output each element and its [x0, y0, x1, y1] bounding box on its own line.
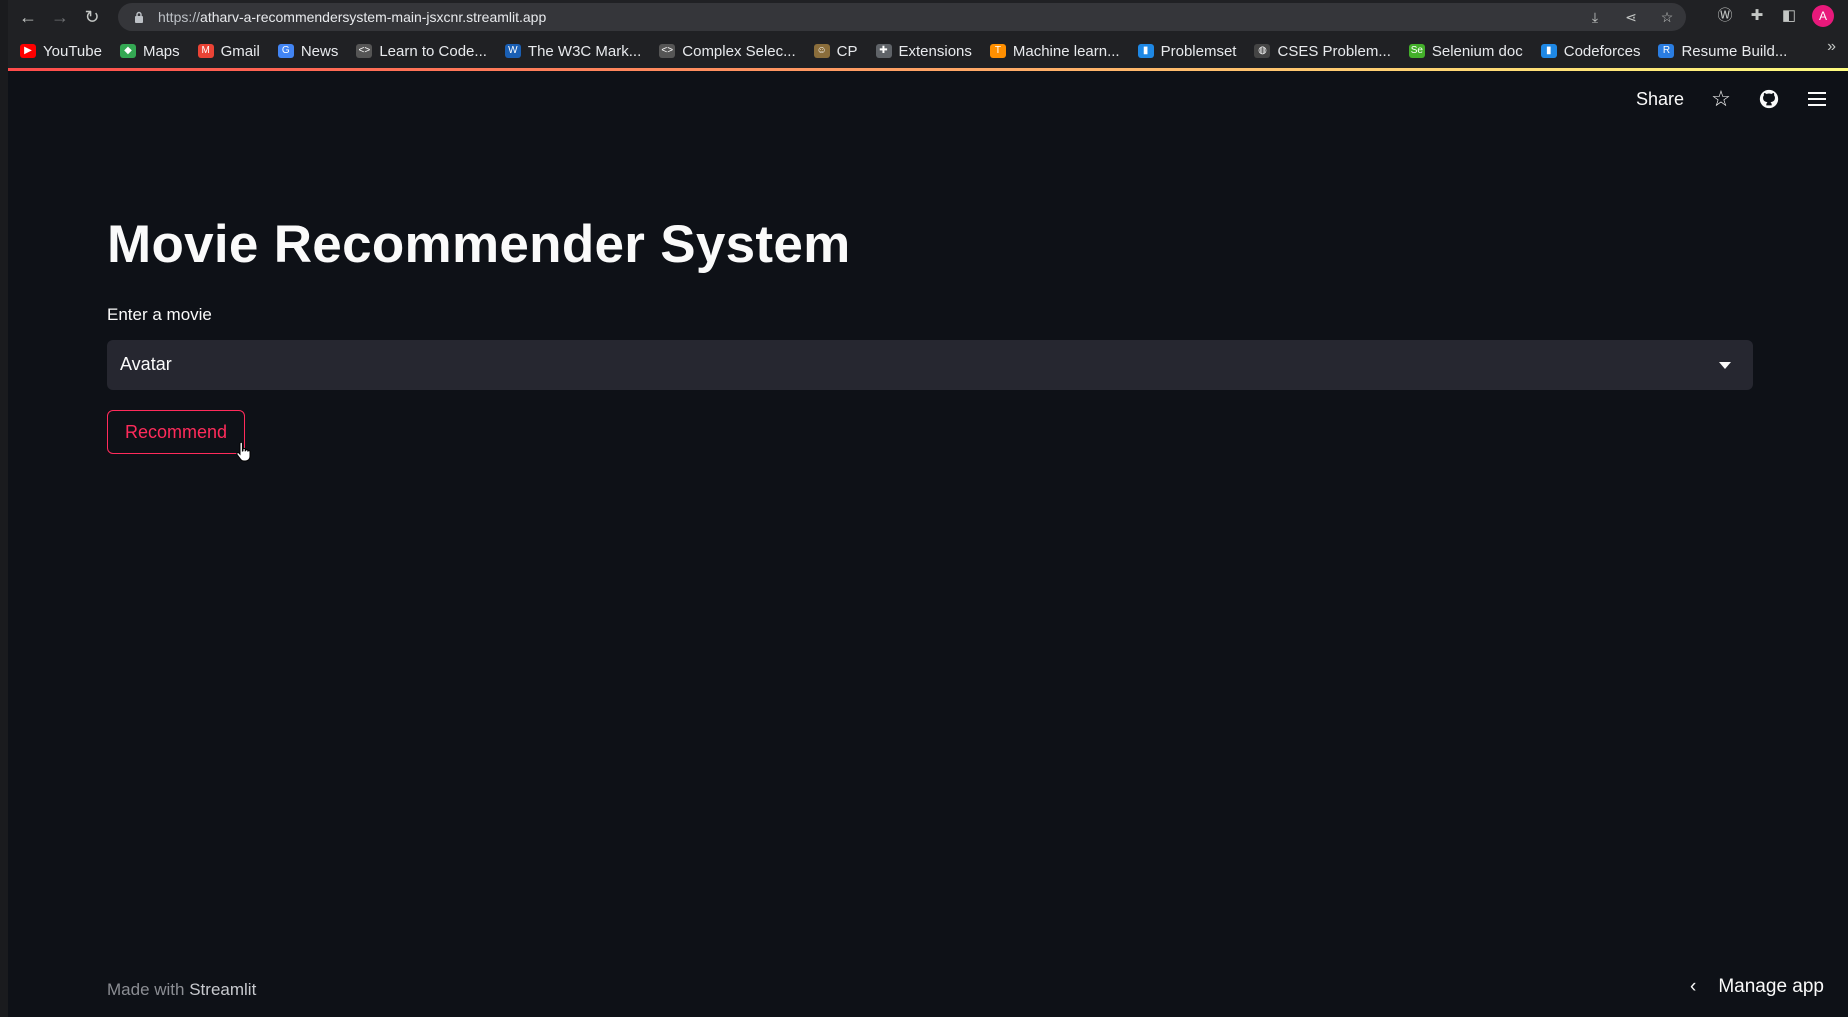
- url-host: atharv-a-recommendersystem-main-jsxcnr.s…: [200, 9, 547, 25]
- selenium-icon: Se: [1408, 44, 1425, 58]
- footer-made-with: Made with Streamlit: [107, 980, 256, 1000]
- cp-icon: ☺: [813, 44, 830, 58]
- profile-avatar[interactable]: A: [1812, 5, 1834, 27]
- bookmark-label: YouTube: [43, 42, 102, 60]
- bookmark-item[interactable]: M Gmail: [197, 42, 260, 60]
- reload-icon[interactable]: ↻: [80, 5, 104, 29]
- bookmark-label: Learn to Code...: [379, 42, 487, 60]
- gmail-icon: M: [197, 44, 214, 58]
- streamlit-decoration: [8, 68, 1848, 71]
- chevron-left-icon: ‹: [1690, 976, 1697, 997]
- bookmark-label: Selenium doc: [1431, 42, 1523, 60]
- bookmark-item[interactable]: ☺ CP: [813, 42, 858, 60]
- star-icon[interactable]: ☆: [1710, 88, 1732, 110]
- made-with-text: Made with: [107, 980, 185, 999]
- bookmark-item[interactable]: R Resume Build...: [1658, 43, 1787, 60]
- install-icon[interactable]: ⤓: [1586, 8, 1604, 26]
- tensorflow-icon: T: [989, 44, 1006, 58]
- movie-select-label: Enter a movie: [107, 305, 212, 324]
- url-text: https://atharv-a-recommendersystem-main-…: [158, 9, 546, 25]
- side-panel-icon[interactable]: ◧: [1780, 5, 1798, 27]
- desktop-edge: [0, 0, 8, 1017]
- bookmark-label: CSES Problem...: [1277, 42, 1391, 60]
- bookmark-label: Gmail: [220, 42, 260, 60]
- url-prefix: https://: [158, 9, 201, 25]
- address-bar[interactable]: https://atharv-a-recommendersystem-main-…: [118, 3, 1686, 31]
- bookmark-item[interactable]: G News: [277, 42, 339, 60]
- recommend-button[interactable]: Recommend: [107, 410, 245, 454]
- bookmark-label: Extensions: [898, 42, 972, 60]
- manage-app-label: Manage app: [1718, 976, 1824, 997]
- browser-toolbar: ← → ↻ https://atharv-a-recommendersystem…: [8, 0, 1848, 34]
- w3c-icon: W: [504, 44, 521, 58]
- share-page-icon[interactable]: ⋖: [1622, 8, 1640, 26]
- streamlit-link[interactable]: Streamlit: [189, 980, 256, 999]
- bookmark-label: CP: [836, 42, 858, 60]
- hamburger-menu-icon[interactable]: [1806, 88, 1828, 110]
- bookmarks-bar: ▶ YouTube ◆ Maps M Gmail G News <> Learn to Code.…: [8, 36, 1848, 66]
- bookmark-item[interactable]: ▮ Problemset: [1137, 42, 1237, 60]
- code-icon: <>: [659, 44, 676, 58]
- bookmark-star-icon[interactable]: ☆: [1658, 8, 1676, 26]
- bookmark-item[interactable]: W The W3C Mark...: [504, 42, 642, 60]
- lock-icon: [135, 11, 143, 23]
- maps-icon: ◆: [119, 44, 136, 58]
- extensions-icon[interactable]: ✚: [1748, 5, 1766, 27]
- globe-icon: ◍: [1254, 44, 1271, 58]
- bookmark-item[interactable]: <> Learn to Code...: [356, 43, 487, 60]
- back-icon[interactable]: ←: [16, 5, 40, 29]
- bookmark-item[interactable]: Se Selenium doc: [1408, 42, 1523, 60]
- bars-icon: ▮: [1137, 44, 1154, 58]
- movie-select[interactable]: Avatar: [107, 340, 1753, 390]
- browser-chrome: ← → ↻ https://atharv-a-recommendersystem…: [8, 0, 1848, 70]
- more-bookmarks-icon[interactable]: »: [1827, 38, 1836, 56]
- bookmark-item[interactable]: ✚ Extensions: [875, 42, 972, 60]
- wappalyzer-icon[interactable]: Ⓦ: [1716, 5, 1734, 27]
- hand-cursor-icon: [236, 442, 251, 462]
- puzzle-icon: ✚: [875, 44, 892, 58]
- share-button[interactable]: Share: [1636, 89, 1684, 110]
- bookmark-label: Complex Selec...: [682, 42, 796, 60]
- bookmark-item[interactable]: ◆ Maps: [119, 42, 180, 60]
- bookmark-item[interactable]: ▮ Codeforces: [1540, 42, 1641, 60]
- bookmark-label: News: [300, 42, 339, 60]
- forward-icon[interactable]: →: [48, 5, 72, 29]
- news-icon: G: [277, 44, 294, 58]
- bookmark-label: Codeforces: [1563, 42, 1641, 60]
- bookmark-label: Problemset: [1160, 42, 1237, 60]
- code-icon: <>: [356, 44, 373, 58]
- bookmark-item[interactable]: ◍ CSES Problem...: [1254, 42, 1391, 60]
- youtube-icon: ▶: [20, 44, 36, 58]
- manage-app-button[interactable]: ‹ Manage app: [1690, 976, 1824, 998]
- bookmark-item[interactable]: <> Complex Selec...: [659, 42, 796, 60]
- chevron-down-icon: [1719, 362, 1731, 369]
- github-icon[interactable]: [1758, 88, 1780, 110]
- movie-select-value: Avatar: [120, 354, 172, 374]
- bookmark-item[interactable]: T Machine learn...: [989, 42, 1120, 60]
- bookmark-item[interactable]: ▶ YouTube: [20, 43, 102, 60]
- bars-icon: ▮: [1540, 44, 1557, 58]
- bookmark-label: The W3C Mark...: [527, 42, 642, 60]
- app-header-actions: Share ☆: [1636, 88, 1828, 110]
- bookmark-label: Machine learn...: [1012, 42, 1120, 60]
- page-title: Movie Recommender System: [107, 215, 851, 274]
- bookmark-label: Maps: [142, 42, 180, 60]
- resume-icon: R: [1658, 44, 1675, 58]
- bookmark-label: Resume Build...: [1681, 42, 1788, 60]
